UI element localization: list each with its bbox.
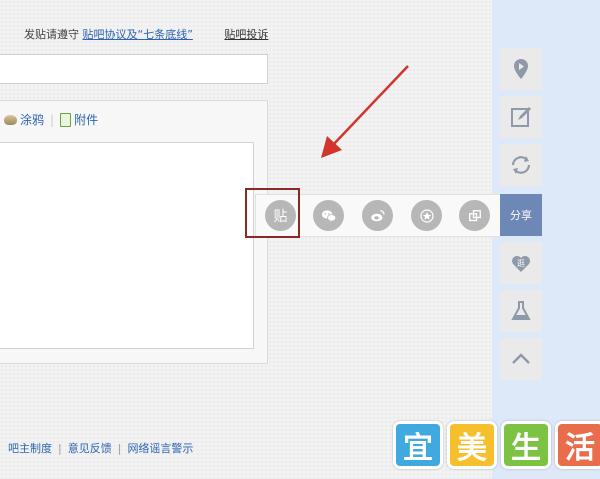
sidebar-refresh-button[interactable] [500, 144, 542, 186]
sidebar-location-button[interactable] [500, 48, 542, 90]
post-content-textarea[interactable] [0, 142, 254, 349]
wechat-share-button[interactable] [313, 200, 344, 231]
sidebar-share-button[interactable]: 分享 [500, 194, 542, 236]
chevron-up-icon [512, 353, 530, 364]
report-link[interactable]: 贴吧投诉 [224, 28, 268, 41]
flask-icon [511, 301, 531, 320]
refresh-icon [511, 156, 531, 174]
footer-divider: | [58, 442, 62, 455]
watermark-char: 宜 [393, 421, 443, 469]
toolbar-divider: | [50, 112, 55, 127]
attachment-button[interactable]: 附件 [60, 111, 98, 128]
sidebar-back-to-top-button[interactable] [500, 338, 542, 380]
heart-icon: 逛 [512, 256, 530, 272]
sidebar-share-label: 分享 [510, 209, 532, 222]
sidebar-flask-button[interactable] [500, 290, 542, 332]
favorite-share-button[interactable] [411, 200, 442, 231]
watermark-char: 美 [447, 421, 497, 469]
notice-prefix: 发贴请遵守 [24, 28, 79, 41]
footer-link-feedback[interactable]: 意见反馈 [68, 442, 112, 455]
attachment-icon [60, 112, 72, 127]
weibo-icon [370, 209, 385, 221]
post-title-input[interactable] [0, 54, 268, 84]
footer-divider: | [117, 442, 122, 455]
heart-text: 逛 [517, 258, 525, 268]
sidebar-edit-button[interactable] [500, 96, 542, 138]
footer-link-rumor[interactable]: 网络谣言警示 [127, 442, 193, 455]
graffiti-label: 涂鸦 [20, 113, 45, 127]
footer-link-bazhu[interactable]: 吧主制度 [8, 442, 52, 455]
footer-links: 吧主制度 | 意见反馈 | 网络谣言警示 [8, 440, 193, 456]
copy-link-share-button[interactable] [459, 200, 490, 231]
highlight-box [245, 188, 300, 238]
graffiti-icon [4, 114, 17, 125]
weibo-share-button[interactable] [362, 200, 393, 231]
agreement-link[interactable]: 贴吧协议及“七条底线” [83, 28, 193, 41]
editor-toolbar: 涂鸦 | 附件 [4, 111, 98, 128]
graffiti-button[interactable]: 涂鸦 [4, 111, 44, 128]
attachment-label: 附件 [74, 113, 99, 127]
watermark-char: 活 [555, 421, 600, 469]
wechat-icon [321, 209, 336, 221]
location-icon [514, 59, 528, 79]
watermark-char: 生 [501, 421, 551, 469]
edit-icon [511, 107, 531, 127]
posting-notice: 发贴请遵守 贴吧协议及“七条底线” 贴吧投诉 [24, 26, 268, 42]
sidebar-heart-button[interactable]: 逛 [500, 242, 542, 284]
site-watermark-logo: 宜 美 生 活 [393, 421, 600, 469]
star-icon [419, 208, 434, 223]
copy-icon [468, 209, 481, 221]
